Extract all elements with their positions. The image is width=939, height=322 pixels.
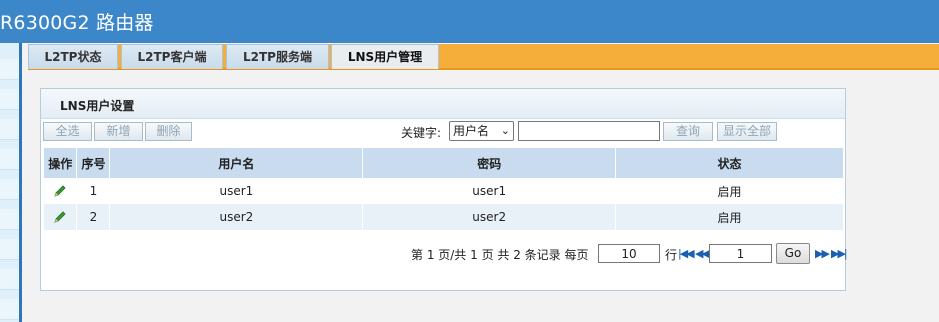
row-status: 启用: [615, 178, 844, 204]
keyword-label: 关键字:: [401, 126, 442, 140]
prev-page-icon[interactable]: ◀◀: [695, 247, 710, 260]
row-action-cell: [44, 204, 78, 230]
tab-l2tp-client[interactable]: L2TP客户端: [121, 44, 223, 69]
sidebar-item[interactable]: [0, 149, 19, 170]
tab-bar: L2TP状态 L2TP客户端 L2TP服务端 LNS用户管理: [28, 44, 939, 70]
sidebar-item[interactable]: [0, 119, 19, 140]
row-username: user2: [109, 204, 364, 230]
panel-header: LNS用户设置: [41, 89, 845, 119]
row-password: user1: [362, 178, 617, 204]
add-button[interactable]: 新增: [94, 122, 143, 141]
sidebar-item[interactable]: [0, 209, 19, 230]
row-action-cell: [44, 178, 78, 204]
tab-l2tp-server[interactable]: L2TP服务端: [226, 44, 329, 69]
keyword-field-value: 用户名: [453, 124, 490, 138]
column-header-action: 操作: [44, 148, 78, 178]
column-header-index: 序号: [76, 148, 111, 178]
row-index: 1: [76, 178, 111, 204]
row-status: 启用: [615, 204, 844, 230]
pencil-icon[interactable]: [52, 183, 68, 199]
row-username: user1: [109, 178, 364, 204]
sidebar-item[interactable]: [0, 299, 19, 320]
panel-title: LNS用户设置: [60, 99, 135, 113]
row-password: user2: [362, 204, 617, 230]
app-header: R6300G2 路由器: [0, 0, 939, 43]
first-page-icon[interactable]: |◀◀: [678, 247, 695, 260]
keyword-input[interactable]: [518, 121, 660, 141]
go-button[interactable]: Go: [776, 243, 810, 264]
per-page-unit: 行: [665, 248, 678, 262]
sidebar-item[interactable]: [0, 59, 19, 80]
column-header-username: 用户名: [109, 148, 364, 178]
sidebar-item[interactable]: [0, 269, 19, 290]
pager-summary: 第 1 页/共 1 页 共 2 条记录 每页: [411, 248, 589, 262]
delete-button[interactable]: 删除: [145, 122, 192, 141]
table-row: 1 user1 user1 启用: [44, 178, 844, 204]
left-sidebar: [0, 43, 22, 322]
select-all-button[interactable]: 全选: [43, 122, 92, 141]
table-row: 2 user2 user2 启用: [44, 204, 844, 230]
next-page-icon[interactable]: ▶▶: [815, 247, 830, 260]
lns-user-table: 操作 序号 用户名 密码 状态 1 user1 user1 启用 2 user2…: [44, 148, 844, 230]
search-button[interactable]: 查询: [663, 122, 713, 141]
app-title: R6300G2 路由器: [0, 12, 154, 34]
show-all-button[interactable]: 显示全部: [717, 122, 777, 141]
sidebar-item[interactable]: [0, 239, 19, 260]
column-header-password: 密码: [362, 148, 617, 178]
last-page-icon[interactable]: ▶▶|: [831, 247, 848, 260]
sidebar-item[interactable]: [0, 179, 19, 200]
sidebar-item[interactable]: [0, 89, 19, 110]
keyword-field-select[interactable]: 用户名 ⌄: [449, 121, 514, 141]
tab-lns-user-management[interactable]: LNS用户管理: [331, 44, 439, 69]
per-page-input[interactable]: 10: [598, 244, 660, 263]
tab-l2tp-status[interactable]: L2TP状态: [28, 44, 118, 69]
column-header-status: 状态: [615, 148, 844, 178]
page-number-input[interactable]: 1: [709, 244, 772, 263]
row-index: 2: [76, 204, 111, 230]
chevron-down-icon: ⌄: [500, 124, 510, 137]
table-header-row: 操作 序号 用户名 密码 状态: [44, 148, 844, 178]
pencil-icon[interactable]: [52, 209, 68, 225]
